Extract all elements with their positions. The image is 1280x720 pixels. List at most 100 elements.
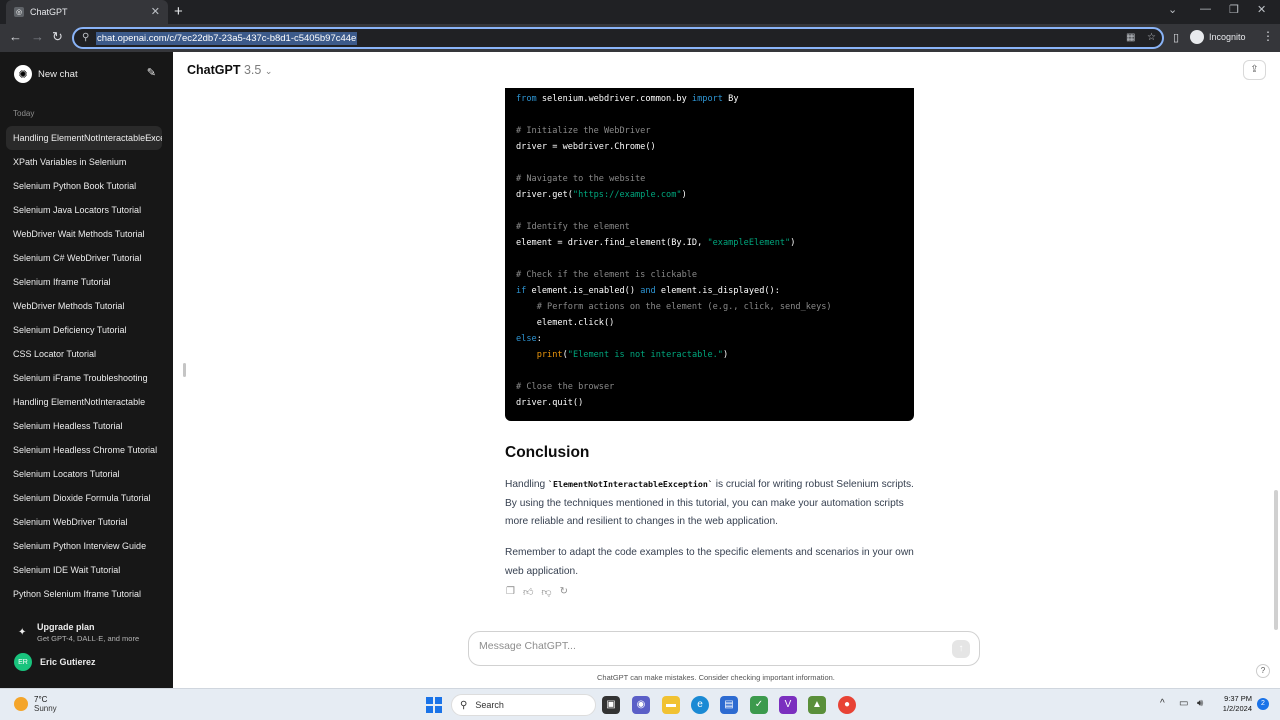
code-line: else:	[516, 334, 542, 344]
chat-item[interactable]: Selenium Headless Tutorial	[6, 414, 162, 438]
question-icon: ?	[1260, 666, 1266, 675]
address-bar[interactable]: ⚲ chat.openai.com/c/7ec22db7-23a5-437c-b…	[72, 27, 1164, 49]
windows-start-icon[interactable]	[426, 697, 442, 713]
chat-item-label: Selenium iFrame Troubleshooting	[13, 373, 148, 383]
volume-icon[interactable]: 🔊︎	[1197, 698, 1203, 709]
clock-time: 9:37 PM	[1224, 694, 1252, 703]
chat-item[interactable]: WebDriver Wait Methods Tutorial	[6, 222, 162, 246]
model-selector[interactable]: ChatGPT 3.5 ⌄	[187, 63, 272, 77]
minimize-icon[interactable]: —	[1200, 3, 1211, 15]
microsoft-store-icon[interactable]: ▤	[720, 696, 738, 714]
code-line: # Close the browser	[516, 382, 615, 392]
upgrade-subtitle: Get GPT-4, DALL·E, and more	[37, 634, 140, 643]
file-explorer-icon[interactable]: ▬	[662, 696, 680, 714]
message-actions: ❐ 👍︎ 👎︎ ↻	[506, 586, 568, 598]
chat-item[interactable]: Selenium Iframe Tutorial	[6, 270, 162, 294]
code-line: from selenium.webdriver.common.by import…	[516, 94, 739, 104]
chevron-down-icon: ⌄	[264, 66, 273, 76]
close-tab-icon[interactable]: ✕	[151, 5, 160, 18]
share-button[interactable]: ⇪	[1243, 60, 1266, 80]
chat-item[interactable]: Selenium C# WebDriver Tutorial	[6, 246, 162, 270]
chat-item[interactable]: Selenium IDE Wait Tutorial	[6, 558, 162, 582]
disclaimer-text: ChatGPT can make mistakes. Consider chec…	[597, 673, 835, 682]
chat-item-label: Selenium Headless Tutorial	[13, 421, 123, 431]
chat-item-label: Handling ElementNotInteractable	[13, 397, 146, 407]
weather-widget[interactable]: 7°C Sunny	[14, 695, 57, 713]
qr-code-icon[interactable]: ▦	[1126, 32, 1135, 43]
sidebar: ✺ New chat ✎ Today Handling ElementNotIn…	[0, 52, 173, 688]
regenerate-icon[interactable]: ↻	[560, 586, 568, 598]
notification-badge[interactable]: 2	[1257, 698, 1269, 710]
incognito-indicator[interactable]: Incognito	[1190, 30, 1246, 44]
new-chat-button[interactable]: ✺ New chat ✎	[8, 62, 160, 86]
tab-search-icon[interactable]: ⌄	[1168, 3, 1177, 16]
code-line: if element.is_enabled() and element.is_d…	[516, 286, 780, 296]
url-text[interactable]: chat.openai.com/c/7ec22db7-23a5-437c-b8d…	[96, 32, 358, 45]
chat-item[interactable]: XPath Variables in Selenium	[6, 150, 162, 174]
clock-date: 1/2/2024	[1222, 704, 1252, 713]
chat-item[interactable]: Python Selenium Iframe Tutorial	[6, 582, 162, 606]
code-line: element.click()	[516, 318, 615, 328]
more-options-icon[interactable]: ···	[145, 126, 156, 150]
chat-item-active[interactable]: Handling ElementNotInteractableException…	[6, 126, 162, 150]
close-window-icon[interactable]: ✕	[1257, 3, 1266, 16]
chat-item-label: Selenium Python Interview Guide	[13, 541, 147, 551]
chat-item[interactable]: Selenium Java Locators Tutorial	[6, 198, 162, 222]
user-menu[interactable]: ER Eric Gutierez	[14, 653, 96, 671]
inline-code: `ElementNotInteractableException`	[548, 479, 713, 489]
chat-item[interactable]: Selenium Dioxide Formula Tutorial	[6, 486, 162, 510]
chat-item-label: Selenium Java Locators Tutorial	[13, 205, 142, 215]
send-button[interactable]: ↑	[952, 640, 970, 658]
browser-tab[interactable]: ◎ ChatGPT ✕	[6, 0, 168, 24]
site-info-icon[interactable]: ⚲	[82, 32, 89, 43]
edge-browser-icon[interactable]: e	[691, 696, 709, 714]
thumbs-down-icon[interactable]: 👎︎	[541, 586, 551, 598]
message-input[interactable]	[479, 640, 939, 652]
show-hidden-icons-icon[interactable]: ^	[1160, 698, 1165, 709]
reload-icon[interactable]: ↻	[52, 29, 63, 45]
bookmark-star-icon[interactable]: ☆	[1147, 32, 1156, 43]
chat-item[interactable]: CSS Locator Tutorial	[6, 342, 162, 366]
chat-item[interactable]: WebDriver Methods Tutorial	[6, 294, 162, 318]
chat-item[interactable]: Selenium Python Book Tutorial	[6, 174, 162, 198]
restore-icon[interactable]: ❐	[1229, 3, 1239, 16]
chat-item[interactable]: Selenium WebDriver Tutorial	[6, 510, 162, 534]
scrollbar[interactable]	[1274, 490, 1278, 630]
code-line: # Check if the element is clickable	[516, 270, 698, 280]
user-name: Eric Gutierez	[40, 657, 96, 667]
compose-icon[interactable]: ✎	[147, 66, 156, 79]
excel-like-app-icon[interactable]: ✓	[750, 696, 768, 714]
chat-item[interactable]: Selenium Python Interview Guide	[6, 534, 162, 558]
task-view-icon[interactable]: ▣	[602, 696, 620, 714]
code-line: driver.quit()	[516, 398, 584, 408]
back-icon[interactable]: ←	[9, 29, 22, 44]
chat-item[interactable]: Selenium Headless Chrome Tutorial	[6, 438, 162, 462]
code-line: # Perform actions on the element (e.g., …	[516, 302, 832, 312]
network-icon[interactable]: ▭	[1179, 698, 1188, 709]
taskbar-search[interactable]: ⚲ Search	[451, 694, 596, 716]
system-clock[interactable]: 9:37 PM 1/2/2024	[1216, 694, 1252, 714]
forward-icon[interactable]: →	[31, 29, 44, 44]
chat-item-label: WebDriver Wait Methods Tutorial	[13, 229, 145, 239]
teams-chat-icon[interactable]: ◉	[632, 696, 650, 714]
chat-item-label: WebDriver Methods Tutorial	[13, 301, 125, 311]
copy-icon[interactable]: ❐	[506, 586, 515, 598]
chat-item-label: Handling ElementNotInteractableException	[13, 133, 162, 143]
chat-item[interactable]: Selenium Locators Tutorial	[6, 462, 162, 486]
side-panel-icon[interactable]: ▯	[1173, 31, 1179, 44]
chrome-icon[interactable]: ●	[838, 696, 856, 714]
code-block: from selenium.webdriver.common.by import…	[505, 88, 914, 421]
chat-item[interactable]: Selenium iFrame Troubleshooting	[6, 366, 162, 390]
chat-item[interactable]: Handling ElementNotInteractable	[6, 390, 162, 414]
vpn-app-icon[interactable]: V	[779, 696, 797, 714]
conclusion-paragraph: Handling `ElementNotInteractableExceptio…	[505, 479, 914, 528]
thumbs-up-icon[interactable]: 👍︎	[523, 586, 533, 598]
sidebar-collapse-handle[interactable]	[183, 363, 186, 377]
browser-menu-icon[interactable]: ⋮	[1262, 29, 1274, 43]
help-button[interactable]: ?	[1256, 664, 1270, 678]
new-tab-icon[interactable]: +	[174, 3, 183, 20]
image-app-icon[interactable]: ▲	[808, 696, 826, 714]
chat-item[interactable]: Selenium Deficiency Tutorial	[6, 318, 162, 342]
